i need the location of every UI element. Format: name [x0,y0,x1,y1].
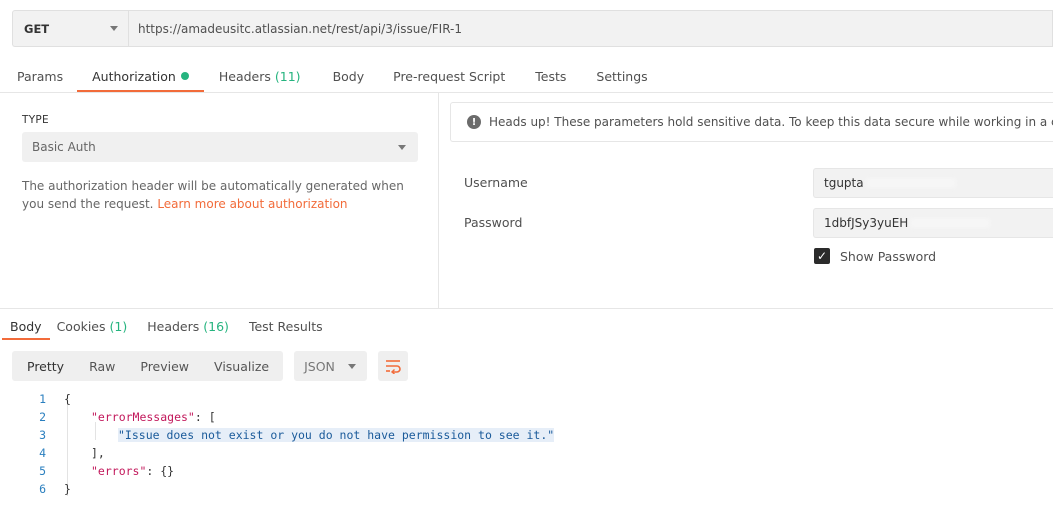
tab-body[interactable]: Body [317,60,380,92]
url-input[interactable]: https://amadeusitc.atlassian.net/rest/ap… [128,10,1053,47]
view-preview-label: Preview [140,358,190,374]
tab-tests-label: Tests [535,68,567,84]
json-punct: : [ [194,410,216,424]
code-line: 3 "Issue does not exist or you do not ha… [0,426,1053,444]
auth-help-text: The authorization header will be automat… [22,177,422,213]
request-tabs: Params Authorization Headers (11) Body P… [0,60,663,92]
line-number: 3 [39,428,46,442]
line-number: 6 [39,482,46,496]
panel-divider [438,93,439,308]
tab-tests[interactable]: Tests [520,60,581,92]
username-value: tgupta [824,176,864,190]
method-select[interactable]: GET [12,10,128,47]
tab-params-label: Params [17,68,64,84]
json-string: "Issue does not exist or you do not have… [118,428,555,442]
code-text: } [64,482,71,496]
tab-test-results-label: Test Results [248,318,323,334]
tab-headers-label: Headers [218,68,271,84]
tab-headers-count: (11) [274,68,301,84]
learn-more-link[interactable]: Learn more about authorization [157,197,347,211]
auth-type-select[interactable]: Basic Auth [22,132,418,162]
checkmark-icon[interactable]: ✓ [814,248,830,264]
json-key: "errorMessages" [91,410,195,424]
json-key: "errors" [91,464,147,478]
line-number: 2 [39,410,46,424]
tab-response-body[interactable]: Body [0,312,50,340]
view-raw-button[interactable]: Raw [76,351,127,381]
view-mode-group: Pretty Raw Preview Visualize [12,351,284,381]
tab-response-headers-count: (16) [203,318,229,334]
wrap-lines-button[interactable] [378,351,409,381]
json-punct: : {} [146,464,175,478]
view-pretty-button[interactable]: Pretty [12,351,76,381]
tab-response-body-label: Body [10,318,42,334]
chevron-down-icon [348,363,357,369]
code-line: 4 ], [0,444,1053,462]
code-text: { [64,392,71,406]
view-pretty-label: Pretty [27,358,65,374]
sensitive-data-notice: ! Heads up! These parameters hold sensit… [450,102,1053,142]
response-toolbar: Pretty Raw Preview Visualize JSON [12,351,409,381]
format-value: JSON [304,358,335,374]
tab-params[interactable]: Params [0,60,78,92]
chevron-down-icon [398,144,406,150]
notice-text: Heads up! These parameters hold sensitiv… [489,115,1053,129]
tab-response-headers-label: Headers [147,318,200,334]
code-text: "errorMessages": [ [91,410,216,424]
chevron-down-icon [110,26,118,31]
code-text: "Issue does not exist or you do not have… [118,428,555,442]
line-number: 1 [39,392,46,406]
tab-prerequest-script[interactable]: Pre-request Script [379,60,520,92]
code-line: 2 "errorMessages": [ [0,408,1053,426]
response-tabs: Body Cookies (1) Headers (16) Test Resul… [0,312,331,340]
tab-cookies[interactable]: Cookies (1) [50,312,136,340]
code-line: 1 { [0,390,1053,408]
code-text: "errors": {} [91,464,174,478]
active-dot-icon [180,72,189,80]
section-divider [0,308,1053,309]
view-visualize-button[interactable]: Visualize [201,351,283,381]
password-value: 1dbfJSy3yuEH [824,216,909,230]
tab-authorization[interactable]: Authorization [77,60,204,92]
response-body-viewer[interactable]: 1 { 2 "errorMessages": [ 3 "Issue does n… [0,390,1053,498]
view-raw-label: Raw [89,358,116,374]
tab-body-label: Body [332,68,365,84]
username-label: Username [464,175,528,190]
line-number: 5 [39,464,46,478]
tabs-divider [0,92,1053,93]
wrap-lines-icon [386,360,401,374]
method-value: GET [24,21,50,36]
tab-authorization-label: Authorization [92,68,176,84]
redacted-mask [910,218,991,228]
request-bar: GET https://amadeusitc.atlassian.net/res… [12,10,1053,47]
password-field[interactable]: 1dbfJSy3yuEH [813,208,1053,238]
line-number: 4 [39,446,46,460]
redacted-mask [865,178,956,188]
show-password-toggle[interactable]: ✓ Show Password [814,248,936,264]
password-label: Password [464,215,523,230]
code-line: 6 } [0,480,1053,498]
tab-cookies-count: (1) [109,318,128,334]
tab-settings[interactable]: Settings [581,60,662,92]
code-line: 5 "errors": {} [0,462,1053,480]
format-select[interactable]: JSON [294,351,368,381]
username-field[interactable]: tgupta [813,168,1053,198]
tab-test-results[interactable]: Test Results [237,312,331,340]
auth-type-label: TYPE [22,114,49,126]
tab-settings-label: Settings [596,68,648,84]
show-password-label: Show Password [840,248,937,264]
tab-cookies-label: Cookies [56,318,106,334]
url-value: https://amadeusitc.atlassian.net/rest/ap… [138,21,463,36]
auth-type-value: Basic Auth [32,140,96,154]
tab-response-headers[interactable]: Headers (16) [135,312,237,340]
view-preview-button[interactable]: Preview [127,351,201,381]
alert-icon: ! [467,115,481,129]
tab-prerequest-label: Pre-request Script [393,68,506,84]
tab-headers[interactable]: Headers (11) [204,60,317,92]
view-visualize-label: Visualize [214,358,270,374]
code-text: ], [91,446,105,460]
